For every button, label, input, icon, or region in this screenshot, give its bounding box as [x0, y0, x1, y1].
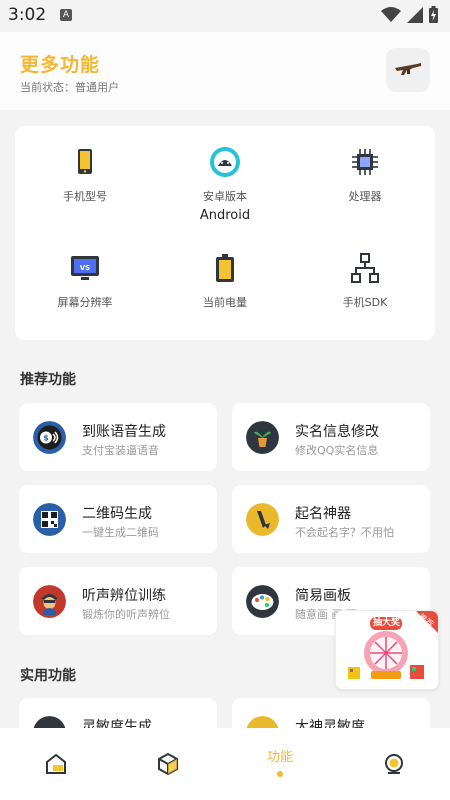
- feature-desc: 不会起名字？不用怕: [295, 526, 394, 539]
- info-label: 处理器: [348, 190, 382, 203]
- box-icon: [158, 752, 178, 776]
- notification-badge: A: [60, 9, 72, 21]
- battery-status-icon: [429, 6, 438, 23]
- feature-desc: 锻炼你的听声辨位: [82, 608, 170, 621]
- feature-qrcode[interactable]: 二维码生成 一键生成二维码: [19, 485, 217, 553]
- feature-desc: 支付宝装逼语音: [82, 444, 159, 457]
- qrcode-icon: [33, 503, 66, 536]
- device-info-card: 手机型号 安卓版本 Android 处理器 VS 屏幕分辨率 当前电量 手机SD…: [15, 126, 435, 340]
- user-status: 当前状态：普通用户: [20, 81, 119, 94]
- phone-icon: [78, 149, 92, 174]
- info-sdk[interactable]: 手机SDK: [295, 252, 435, 314]
- feature-desc: 修改QQ实名信息: [295, 444, 379, 457]
- rifle-icon: [395, 63, 421, 75]
- nav-function[interactable]: 功能: [224, 728, 336, 800]
- feature-naming[interactable]: 起名神器 不会起名字？不用怕: [232, 485, 430, 553]
- info-android-version[interactable]: 安卓版本 Android: [155, 146, 295, 223]
- nav-active-dot: [277, 771, 283, 777]
- feature-desc: 一键生成二维码: [82, 526, 159, 539]
- status-time: 3:02: [8, 5, 47, 25]
- gun-button[interactable]: [386, 48, 430, 92]
- palette-icon: [246, 585, 279, 618]
- plant-icon: [246, 421, 279, 454]
- section-utility-title: 实用功能: [20, 668, 76, 684]
- info-phone-model[interactable]: 手机型号: [15, 146, 155, 208]
- info-label: 当前电量: [203, 296, 247, 309]
- info-label: 手机型号: [63, 190, 107, 203]
- lottery-label: 抽大奖: [372, 618, 400, 628]
- nav-home[interactable]: [0, 728, 112, 800]
- feature-payment-voice[interactable]: $ 到账语音生成 支付宝装逼语音: [19, 403, 217, 471]
- lottery-banner[interactable]: 抽大奖 推荐: [335, 610, 439, 690]
- info-label: 手机SDK: [342, 296, 388, 309]
- info-value: Android: [199, 208, 251, 223]
- feature-sound-training[interactable]: 听声辨位训练 锻炼你的听声辨位: [19, 567, 217, 635]
- section-recommended-title: 推荐功能: [20, 372, 76, 388]
- feature-name: 起名神器: [295, 506, 351, 522]
- system-icons: [381, 6, 438, 23]
- page-title: 更多功能: [20, 54, 101, 76]
- feature-name: 实名信息修改: [295, 424, 379, 440]
- svg-text:VS: VS: [80, 264, 90, 272]
- status-bar: 3:02 A: [0, 0, 450, 32]
- cpu-icon: [352, 149, 378, 175]
- info-label: 安卓版本: [203, 190, 247, 203]
- android-icon: [210, 147, 240, 177]
- feature-name: 听声辨位训练: [82, 588, 166, 604]
- battery-icon: [216, 254, 234, 282]
- sdk-icon: [351, 253, 379, 283]
- signal-icon: [407, 6, 423, 23]
- info-processor[interactable]: 处理器: [295, 146, 435, 208]
- info-screen-resolution[interactable]: VS 屏幕分辨率: [15, 252, 155, 314]
- svg-text:$: $: [43, 434, 49, 443]
- info-label: 屏幕分辨率: [57, 296, 113, 309]
- home-icon: [46, 753, 66, 774]
- wifi-icon: [381, 6, 401, 22]
- page-header: 更多功能 当前状态：普通用户: [0, 32, 450, 110]
- pen-icon: [246, 503, 279, 536]
- soldier-icon: [33, 585, 66, 618]
- info-battery[interactable]: 当前电量: [155, 252, 295, 314]
- screen-icon: VS: [71, 256, 99, 280]
- nav-box[interactable]: [112, 728, 224, 800]
- payment-voice-icon: $: [33, 421, 66, 454]
- feature-name: 到账语音生成: [82, 424, 166, 440]
- feature-realname-edit[interactable]: 实名信息修改 修改QQ实名信息: [232, 403, 430, 471]
- bottom-nav: 功能: [0, 728, 450, 800]
- nav-function-label: 功能: [266, 750, 293, 765]
- feature-name: 二维码生成: [82, 506, 152, 522]
- profile-icon: [385, 754, 403, 774]
- nav-profile[interactable]: [338, 728, 450, 800]
- feature-name: 简易画板: [295, 588, 351, 604]
